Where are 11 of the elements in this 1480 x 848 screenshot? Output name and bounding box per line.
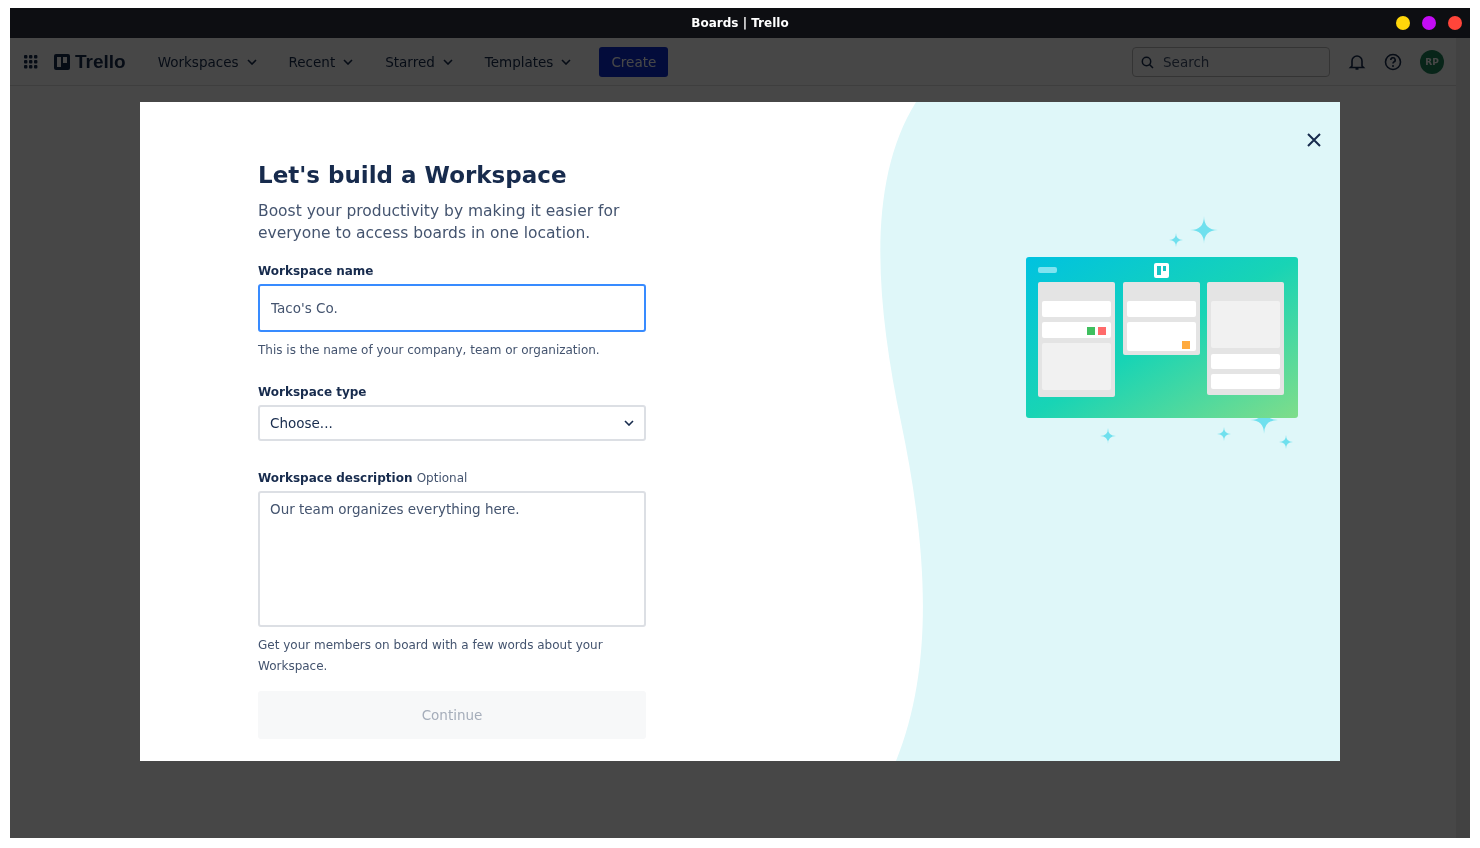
modal-title: Let's build a Workspace — [258, 162, 568, 188]
window-title: Boards | Trello — [691, 16, 789, 30]
workspace-name-field[interactable]: Taco's Co. — [258, 284, 646, 332]
help-text: Get your members on board with a few words about your Workspace. — [258, 637, 604, 675]
field-label: Workspace description Optional — [258, 471, 469, 485]
modal-subtitle: Boost your productivity by making it easier for everyone to access boards in one location. — [258, 201, 621, 244]
help-text: This is the name of your company, team or organization. — [258, 342, 601, 359]
workspace-type-select[interactable]: Choose... — [258, 405, 646, 441]
description-field[interactable]: Our team organizes everything here. — [258, 491, 646, 627]
field-label: Workspace name — [258, 264, 375, 278]
field-label: Workspace type — [258, 385, 368, 399]
